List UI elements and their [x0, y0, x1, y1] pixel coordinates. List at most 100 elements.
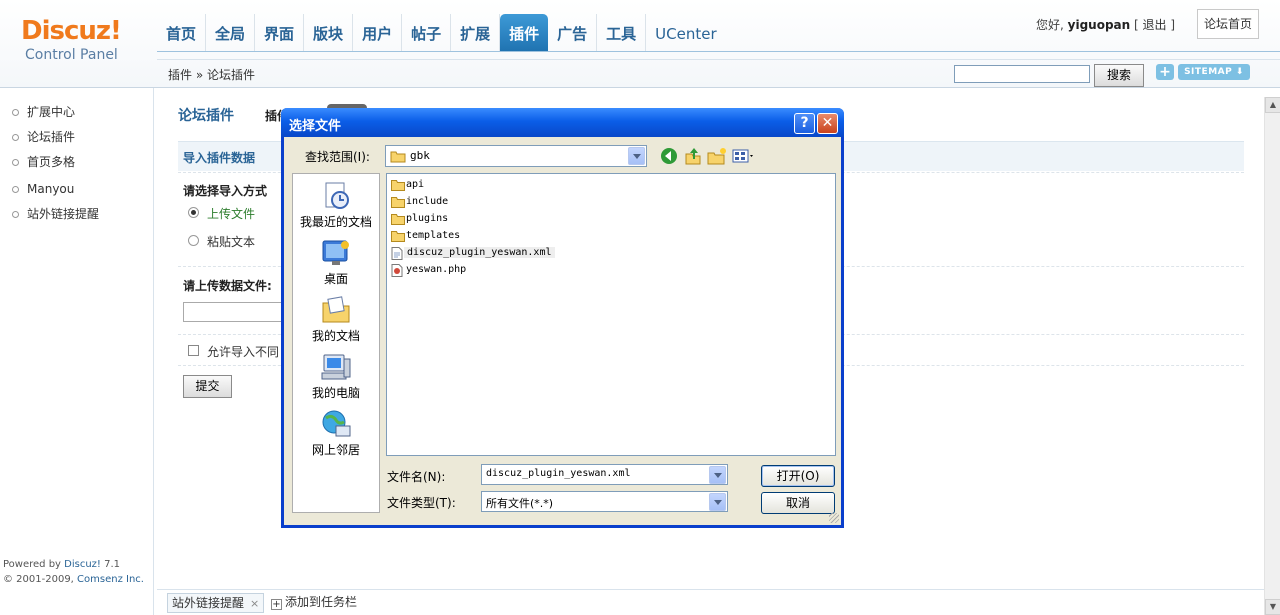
nav-tab-plugins[interactable]: 插件 — [500, 14, 549, 52]
dialog-title: 选择文件 — [289, 119, 342, 134]
nav-tab-home[interactable]: 首页 — [157, 14, 207, 52]
add-to-taskbar-button[interactable]: + 添加到任务栏 — [271, 593, 357, 611]
dialog-titlebar[interactable]: 选择文件 ? ✕ — [281, 108, 844, 137]
sitemap-button[interactable]: SITEMAP ⬇ — [1178, 64, 1250, 80]
nav-tab-ads[interactable]: 广告 — [548, 14, 598, 52]
nav-tab-ucenter[interactable]: UCenter — [646, 14, 725, 52]
file-name: include — [406, 196, 449, 207]
plus-icon[interactable]: + — [1156, 64, 1174, 80]
filename-input[interactable]: discuz_plugin_yeswan.xml — [481, 464, 728, 485]
new-folder-icon[interactable] — [707, 146, 727, 166]
place-recent-documents[interactable]: 我最近的文档 — [293, 180, 379, 236]
radio-paste-label[interactable]: 粘贴文本 — [207, 233, 255, 250]
greeting: 您好, — [1036, 18, 1064, 32]
allow-import-checkbox[interactable] — [188, 345, 199, 356]
import-method-label: 请选择导入方式 — [183, 184, 268, 198]
chevron-down-icon[interactable] — [709, 466, 726, 484]
logo-brand: Discuz! — [21, 16, 122, 46]
page-scrollbar[interactable]: ▲ ▼ — [1264, 97, 1280, 615]
file-name: discuz_plugin_yeswan.xml — [404, 247, 555, 258]
logout-link[interactable]: 退出 — [1143, 18, 1167, 32]
nav-tab-global[interactable]: 全局 — [206, 14, 256, 52]
upload-file-input[interactable] — [183, 302, 283, 322]
sidebar-item-extension-center[interactable]: 扩展中心 — [0, 100, 153, 125]
help-button[interactable]: ? — [794, 113, 815, 134]
close-icon[interactable]: × — [250, 597, 259, 610]
powered-by: Powered by Discuz! 7.1 © 2001-2009, Coms… — [3, 557, 144, 587]
powered-brand-link[interactable]: Discuz! — [64, 559, 101, 570]
scroll-down-arrow-icon[interactable]: ▼ — [1265, 599, 1280, 615]
bullet-icon — [12, 159, 19, 166]
bullet-icon — [12, 186, 19, 193]
cancel-button[interactable]: 取消 — [761, 492, 835, 514]
place-my-computer[interactable]: 我的电脑 — [293, 351, 379, 407]
task-item-external-links[interactable]: 站外链接提醒 × — [167, 593, 265, 613]
place-label: 我的电脑 — [311, 386, 360, 400]
sidebar-item-label: 站外链接提醒 — [27, 207, 100, 221]
logo-subtitle: Control Panel — [25, 47, 118, 63]
network-places-icon — [322, 410, 351, 437]
user-info: 您好, yiguopan [ 退出 ] — [1036, 16, 1175, 33]
sitemap-label: SITEMAP — [1184, 67, 1233, 77]
recent-documents-icon — [325, 182, 349, 209]
add-to-taskbar-label: 添加到任务栏 — [285, 595, 358, 609]
copyright-prefix: © 2001-2009, — [3, 574, 78, 585]
logo[interactable]: Discuz! Control Panel — [21, 14, 141, 70]
nav-tab-posts[interactable]: 帖子 — [402, 14, 452, 52]
sidebar: 扩展中心 论坛插件 首页多格 Manyou 站外链接提醒 Powered by … — [0, 88, 154, 615]
search-button[interactable]: 搜索 — [1094, 64, 1144, 87]
close-button[interactable]: ✕ — [817, 113, 838, 134]
radio-paste[interactable] — [188, 235, 199, 246]
sidebar-item-external-links[interactable]: 站外链接提醒 — [0, 202, 153, 227]
nav-tab-tools[interactable]: 工具 — [597, 14, 647, 52]
radio-upload-label[interactable]: 上传文件 — [207, 205, 255, 222]
search-input[interactable] — [954, 65, 1090, 83]
filetype-select[interactable]: 所有文件(*.*) — [481, 491, 728, 512]
radio-upload[interactable] — [188, 207, 199, 218]
nav-divider — [157, 51, 1280, 52]
nav-tab-forums[interactable]: 版块 — [304, 14, 354, 52]
nav-tab-users[interactable]: 用户 — [353, 14, 403, 52]
resize-grip-icon[interactable] — [829, 513, 839, 523]
sidebar-item-home-grid[interactable]: 首页多格 — [0, 150, 153, 175]
place-label: 桌面 — [323, 272, 348, 286]
place-my-documents[interactable]: 我的文档 — [293, 294, 379, 350]
scroll-up-arrow-icon[interactable]: ▲ — [1265, 97, 1280, 113]
nav-tab-extensions[interactable]: 扩展 — [451, 14, 501, 52]
copyright-brand-link[interactable]: Comsenz Inc. — [77, 574, 144, 585]
my-computer-icon — [321, 354, 351, 380]
forum-home-button[interactable]: 论坛首页 — [1197, 9, 1259, 39]
xml-file-icon — [391, 247, 403, 260]
bullet-icon — [12, 134, 19, 141]
nav-tab-interface[interactable]: 界面 — [255, 14, 305, 52]
sidebar-item-forum-plugins[interactable]: 论坛插件 — [0, 125, 153, 150]
place-desktop[interactable]: 桌面 — [293, 237, 379, 293]
sidebar-item-manyou[interactable]: Manyou — [0, 177, 153, 202]
view-menu-icon[interactable] — [732, 146, 756, 166]
allow-import-label: 允许导入不同 — [207, 345, 280, 359]
submit-button[interactable]: 提交 — [183, 375, 232, 398]
back-icon[interactable] — [659, 146, 679, 166]
chevron-down-icon[interactable] — [709, 493, 726, 511]
open-button[interactable]: 打开(O) — [761, 465, 835, 487]
bracket-open: [ — [1134, 18, 1139, 32]
my-documents-icon — [322, 296, 350, 323]
filename-label: 文件名(N): — [387, 470, 446, 484]
folder-icon — [391, 231, 405, 242]
look-in-value: gbk — [410, 149, 430, 162]
file-dialog: 选择文件 ? ✕ 查找范围(I): gbk 我最近的文档 桌面 我的文档 我的电… — [281, 108, 844, 528]
breadcrumb: 插件 » 论坛插件 — [168, 68, 255, 82]
folder-icon — [390, 151, 406, 163]
look-in-select[interactable]: gbk — [385, 145, 647, 167]
up-folder-icon[interactable] — [683, 146, 703, 166]
file-list[interactable]: api include plugins templates discuz_plu… — [386, 173, 836, 456]
main-nav: 首页 全局 界面 版块 用户 帖子 扩展 插件 广告 工具 UCenter — [157, 14, 726, 52]
sub-bar: 插件 » 论坛插件 搜索 + SITEMAP ⬇ — [157, 59, 1280, 88]
plus-box-icon: + — [271, 599, 282, 610]
chevron-down-icon[interactable] — [628, 147, 645, 165]
sidebar-item-label: 扩展中心 — [27, 105, 76, 119]
sidebar-item-label: Manyou — [27, 182, 75, 196]
page-title: 论坛插件 — [178, 108, 234, 124]
place-network[interactable]: 网上邻居 — [293, 408, 379, 464]
file-name: templates — [406, 230, 461, 241]
